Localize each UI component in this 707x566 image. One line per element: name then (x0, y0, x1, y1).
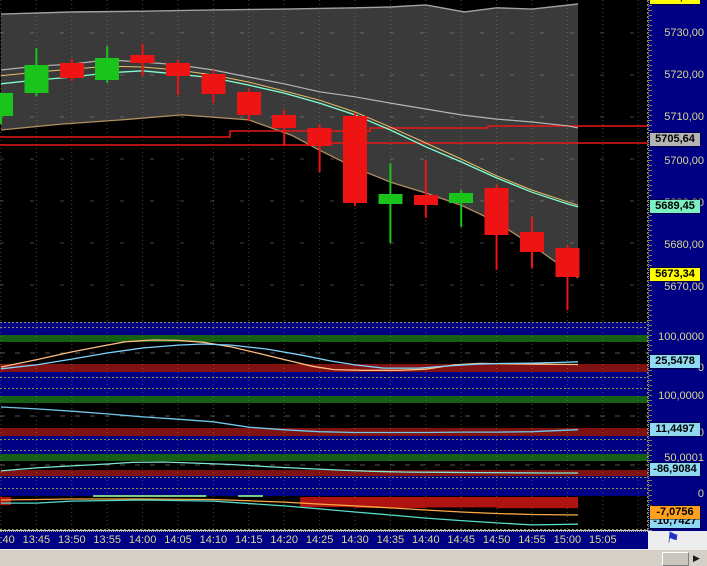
indicator-axis-max-label: 100,0000 (658, 330, 704, 344)
time-axis-label: 14:50 (483, 534, 511, 546)
indicator-axis-max-label: 0 (698, 487, 704, 501)
time-axis-corner: ⚑ (648, 531, 707, 549)
time-axis-label: 13:40 (0, 534, 15, 546)
time-axis-label: 14:35 (377, 534, 405, 546)
time-axis-label: 14:00 (129, 534, 157, 546)
scrollbar-thumb[interactable] (662, 552, 689, 566)
indicator-axis-max-label: 100,0000 (658, 389, 704, 403)
time-axis-label: 13:50 (58, 534, 86, 546)
price-axis-label: 5720,00 (664, 68, 704, 82)
indicator-value-box: 25,5478 (650, 355, 700, 368)
time-axis-label: 15:05 (589, 534, 617, 546)
price-axis-label: 5710,00 (664, 110, 704, 124)
time-axis-label: 14:10 (200, 534, 228, 546)
price-marker-box: 5673,34 (650, 268, 700, 281)
price-axis-label: 5670,00 (664, 280, 704, 294)
candlestick-chart-svg (0, 0, 648, 531)
price-marker-box: 5705,64 (650, 133, 700, 146)
time-axis-label: 13:45 (23, 534, 51, 546)
time-axis-label: 14:15 (235, 534, 263, 546)
time-axis[interactable]: 13:40 13:45 13:50 13:55 14:00 14:05 14:10 14:15… (0, 531, 648, 549)
time-axis-label: 14:45 (447, 534, 475, 546)
price-axis-label: 5700,00 (664, 154, 704, 168)
indicator-value-box: -7,0756 (650, 506, 700, 519)
time-axis-label: 14:20 (270, 534, 298, 546)
time-axis-label: 13:55 (93, 534, 121, 546)
flag-cursor-icon: ⚑ (665, 528, 680, 547)
price-axis-label: 5730,00 (664, 26, 704, 40)
time-axis-label: 15:00 (554, 534, 582, 546)
trading-chart-window: 5730,005720,005710,005700,005690,005680,… (0, 0, 707, 566)
price-marker-box-clipped: 5738,00 (650, 0, 700, 4)
time-axis-label: 14:55 (518, 534, 546, 546)
chart-plot-area[interactable] (0, 0, 648, 531)
time-axis-label: 14:40 (412, 534, 440, 546)
price-axis[interactable]: 5730,005720,005710,005700,005690,005680,… (648, 0, 707, 531)
indicator-value-box: -86,9084 (650, 463, 700, 476)
scroll-right-arrow-icon[interactable]: ▶ (693, 552, 700, 564)
price-axis-label: 5680,00 (664, 238, 704, 252)
time-axis-label: 14:30 (341, 534, 369, 546)
time-axis-label: 14:25 (306, 534, 334, 546)
horizontal-scrollbar[interactable]: ▶ (0, 549, 707, 566)
indicator-value-box: 11,4497 (650, 423, 700, 436)
time-axis-label: 14:05 (164, 534, 192, 546)
price-marker-box: 5689,45 (650, 200, 700, 213)
